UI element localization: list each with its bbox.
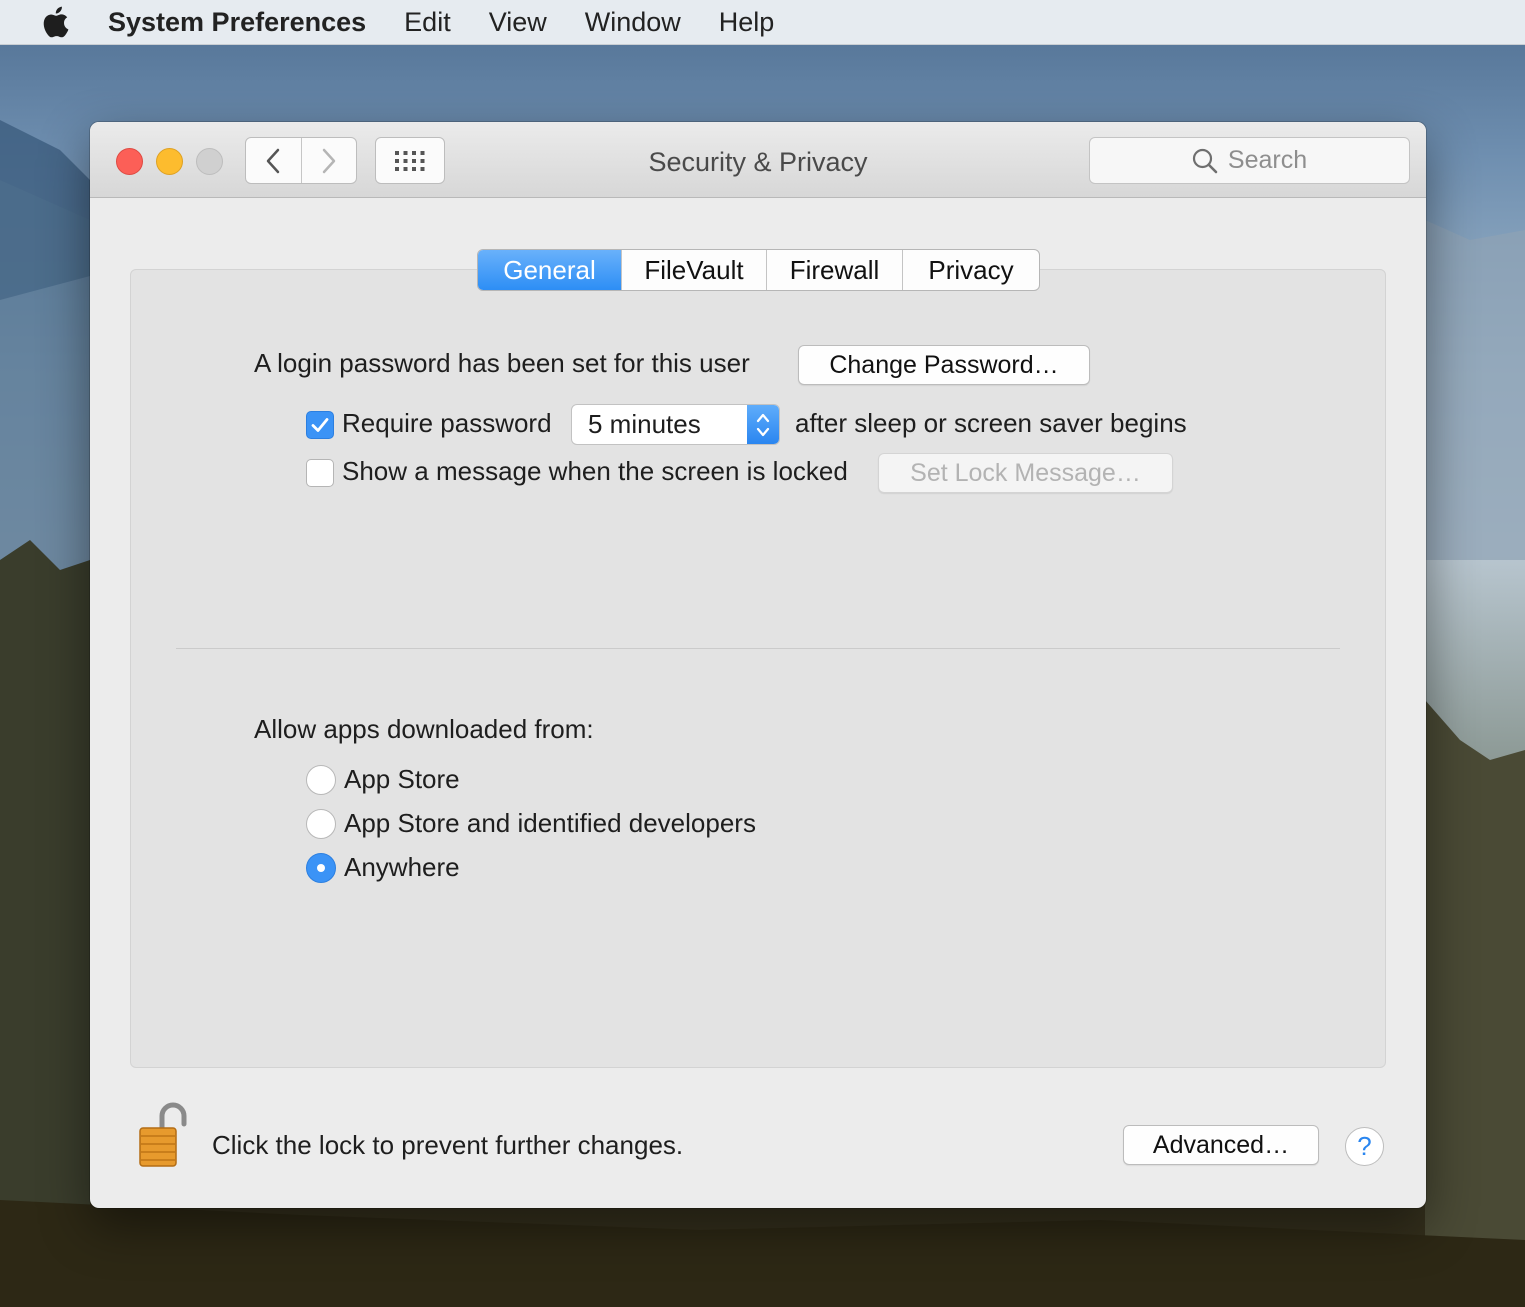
- menu-edit[interactable]: Edit: [404, 7, 451, 38]
- show-all-grid-icon: [395, 150, 425, 171]
- radio-app-store-label: App Store: [344, 764, 460, 794]
- radio-identified-developers[interactable]: [306, 809, 336, 839]
- after-sleep-text: after sleep or screen saver begins: [795, 408, 1187, 438]
- security-privacy-window: Security & Privacy Search General FileVa…: [90, 122, 1426, 1208]
- tab-bar: General FileVault Firewall Privacy: [477, 249, 1040, 291]
- radio-identified-developers-label: App Store and identified developers: [344, 808, 756, 838]
- set-lock-message-button: Set Lock Message…: [878, 453, 1173, 493]
- require-password-delay-popup[interactable]: 5 minutes: [571, 404, 780, 445]
- allow-apps-label: Allow apps downloaded from:: [254, 714, 594, 744]
- close-window-button[interactable]: [116, 148, 143, 175]
- unlocked-padlock-icon[interactable]: [138, 1102, 190, 1168]
- menu-view[interactable]: View: [489, 7, 547, 38]
- tab-firewall[interactable]: Firewall: [766, 250, 902, 290]
- menu-help[interactable]: Help: [719, 7, 775, 38]
- radio-anywhere-label: Anywhere: [344, 852, 460, 882]
- menu-bar: System Preferences Edit View Window Help: [0, 0, 1525, 45]
- app-name-menu[interactable]: System Preferences: [108, 7, 366, 38]
- checkmark-icon: [311, 418, 329, 432]
- radio-app-store[interactable]: [306, 765, 336, 795]
- apple-logo-icon[interactable]: [40, 5, 70, 39]
- menu-window[interactable]: Window: [585, 7, 681, 38]
- require-password-checkbox[interactable]: [306, 411, 334, 439]
- show-message-label: Show a message when the screen is locked: [342, 456, 848, 486]
- tab-privacy[interactable]: Privacy: [902, 250, 1039, 290]
- require-password-label: Require password: [342, 408, 552, 438]
- tab-general[interactable]: General: [478, 250, 621, 290]
- back-chevron-icon: [267, 148, 280, 173]
- back-forward-group: [245, 137, 357, 184]
- show-message-checkbox[interactable]: [306, 459, 334, 487]
- tab-filevault[interactable]: FileVault: [621, 250, 766, 290]
- zoom-window-button: [196, 148, 223, 175]
- forward-button[interactable]: [300, 138, 357, 183]
- search-field[interactable]: Search: [1089, 137, 1410, 184]
- window-titlebar: Security & Privacy Search: [90, 122, 1426, 198]
- show-all-button[interactable]: [375, 137, 445, 184]
- require-password-delay-value: 5 minutes: [588, 409, 701, 439]
- popup-stepper: [747, 405, 779, 444]
- search-placeholder: Search: [1227, 146, 1308, 174]
- up-down-chevron-icon: [756, 413, 770, 436]
- section-divider: [176, 648, 1340, 649]
- login-password-text: A login password has been set for this u…: [254, 348, 750, 378]
- back-button[interactable]: [246, 138, 301, 183]
- lock-status-text: Click the lock to prevent further change…: [212, 1130, 684, 1160]
- change-password-button[interactable]: Change Password…: [798, 345, 1090, 385]
- tab-content-panel: [130, 269, 1386, 1068]
- advanced-button[interactable]: Advanced…: [1123, 1125, 1319, 1165]
- forward-chevron-icon: [322, 148, 335, 173]
- search-icon: [1192, 148, 1218, 173]
- minimize-window-button[interactable]: [156, 148, 183, 175]
- radio-anywhere[interactable]: [306, 853, 336, 883]
- help-button[interactable]: ?: [1345, 1127, 1384, 1166]
